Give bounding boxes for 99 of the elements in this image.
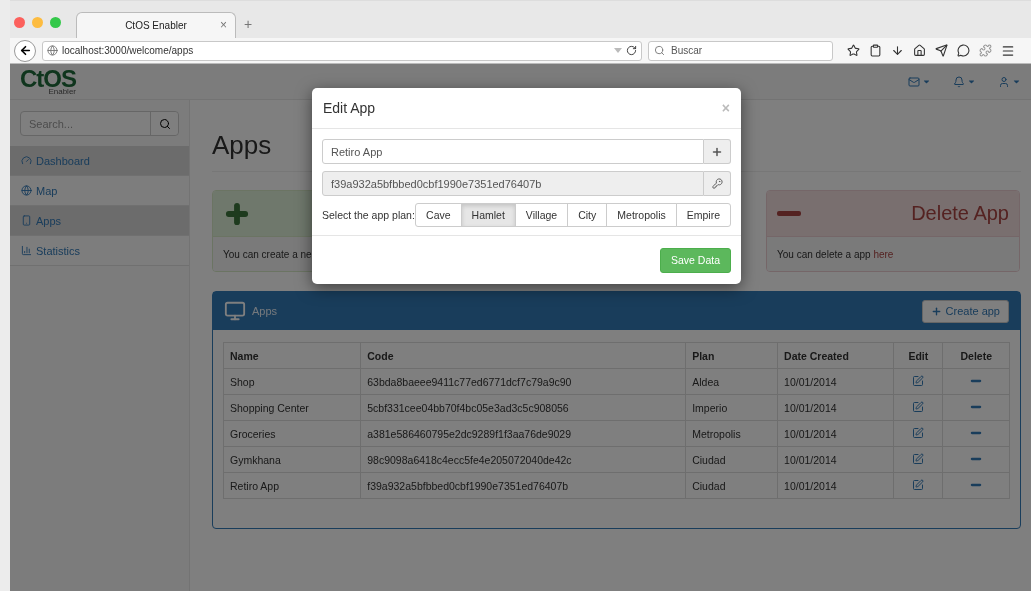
- user-icon: [998, 75, 1010, 88]
- edit-icon: [912, 426, 925, 439]
- save-data-button[interactable]: Save Data: [659, 247, 731, 273]
- table-cell: 5cbf331cee04bb70f4bc05e3ad3c5c908056: [360, 394, 686, 421]
- table-cell: 10/01/2014: [777, 394, 894, 421]
- table-cell: 98c9098a6418c4ecc5fe4e205072040de42c: [360, 446, 686, 473]
- table-cell: 10/01/2014: [777, 446, 894, 473]
- panel-title: Apps: [252, 305, 278, 317]
- minimize-window-icon: [32, 17, 43, 28]
- column-header: Date Created: [777, 342, 894, 369]
- table-cell: Ciudad: [685, 446, 778, 473]
- edit-icon: [912, 478, 925, 491]
- edit-button[interactable]: [912, 452, 925, 465]
- card-title: Delete App: [911, 202, 1009, 225]
- dashboard-icon: [21, 155, 32, 166]
- table-cell: Aldea: [685, 368, 778, 395]
- edit-icon: [912, 452, 925, 465]
- address-bar[interactable]: localhost:3000/welcome/apps: [42, 40, 642, 61]
- clipboard-icon[interactable]: [869, 44, 882, 57]
- table-cell: Retiro App: [223, 472, 361, 499]
- puzzle-icon[interactable]: [979, 44, 992, 57]
- key-button[interactable]: [704, 171, 731, 196]
- close-window-icon: [14, 17, 25, 28]
- phone-icon: [21, 215, 32, 226]
- edit-button[interactable]: [912, 478, 925, 491]
- table-cell: Groceries: [223, 420, 361, 447]
- caret-icon: [1012, 77, 1021, 86]
- table-cell: 63bda8baeee9411c77ed6771dcf7c79a9c90: [360, 368, 686, 395]
- globe-icon: [21, 185, 32, 196]
- edit-button[interactable]: [912, 400, 925, 413]
- table-cell: Shop: [223, 368, 361, 395]
- maximize-window-icon: [50, 17, 61, 28]
- app-code-field[interactable]: f39a932a5bfbbed0cbf1990e7351ed76407b: [322, 171, 704, 196]
- browser-search-input[interactable]: Buscar: [669, 44, 819, 57]
- table-cell: 10/01/2014: [777, 472, 894, 499]
- column-header: Edit: [893, 342, 943, 369]
- back-arrow-icon: [18, 44, 32, 57]
- edit-button[interactable]: [912, 426, 925, 439]
- card-text: You can create a ne: [223, 248, 312, 260]
- create-app-button[interactable]: Create app: [921, 299, 1009, 323]
- table-cell: 10/01/2014: [777, 368, 894, 395]
- edit-button[interactable]: [912, 374, 925, 387]
- bar-chart-icon: [21, 245, 32, 256]
- chat-icon[interactable]: [957, 44, 970, 57]
- notifications-menu[interactable]: [953, 75, 976, 88]
- table-cell: Imperio: [685, 394, 778, 421]
- browser-tab[interactable]: CtOS Enabler ×: [76, 12, 236, 38]
- plan-option[interactable]: City: [567, 203, 608, 227]
- column-header: Code: [360, 342, 686, 369]
- table-cell: Shopping Center: [223, 394, 361, 421]
- plan-option[interactable]: Hamlet: [460, 203, 516, 227]
- globe-icon: [47, 45, 58, 56]
- dialog-title: Edit App: [323, 100, 376, 116]
- search-icon: [158, 117, 171, 130]
- user-menu[interactable]: [998, 75, 1021, 88]
- menu-icon[interactable]: [1001, 43, 1015, 58]
- caret-icon: [922, 77, 931, 86]
- star-icon[interactable]: [847, 44, 860, 57]
- dropdown-icon: [614, 48, 622, 53]
- table-cell: Ciudad: [685, 472, 778, 499]
- send-icon[interactable]: [935, 44, 948, 57]
- card-text: You can delete a app here: [777, 248, 894, 260]
- add-button[interactable]: [704, 139, 731, 164]
- column-header: Delete: [942, 342, 1010, 369]
- table-cell: a381e586460795e2dc9289f1f3aa76de9029: [360, 420, 686, 447]
- table-cell: Gymkhana: [223, 446, 361, 473]
- search-button[interactable]: [150, 112, 178, 135]
- monitor-icon: [224, 300, 246, 322]
- reload-icon: [626, 45, 637, 56]
- plan-option[interactable]: Village: [514, 203, 569, 227]
- home-icon[interactable]: [913, 44, 926, 57]
- mail-icon: [908, 75, 920, 88]
- table-cell: 10/01/2014: [777, 420, 894, 447]
- column-header: Plan: [685, 342, 778, 369]
- search-icon: [654, 45, 665, 56]
- plan-option[interactable]: Metropolis: [606, 203, 677, 227]
- edit-icon: [912, 374, 925, 387]
- plan-option[interactable]: Cave: [415, 203, 462, 227]
- bell-icon: [953, 75, 965, 88]
- edit-icon: [912, 400, 925, 413]
- plan-option[interactable]: Empire: [675, 203, 731, 227]
- tab-close[interactable]: ×: [220, 18, 227, 32]
- table-cell: Metropolis: [685, 420, 778, 447]
- plan-label: Select the app plan:: [322, 209, 416, 221]
- brand-subtitle: Enabler: [48, 88, 76, 96]
- messages-menu[interactable]: [908, 75, 931, 88]
- key-icon: [711, 178, 723, 189]
- here-link[interactable]: here: [873, 248, 894, 260]
- column-header: Name: [223, 342, 361, 369]
- plus-icon: [930, 305, 942, 317]
- back-button[interactable]: [14, 39, 36, 62]
- app-name-field[interactable]: Retiro App: [322, 139, 704, 164]
- download-icon[interactable]: [891, 44, 904, 57]
- table-cell: f39a932a5bfbbed0cbf1990e7351ed76407b: [360, 472, 686, 499]
- minus-icon: [777, 211, 801, 216]
- plus-icon: [711, 145, 723, 158]
- browser-search-field[interactable]: Buscar: [648, 40, 833, 61]
- caret-icon: [967, 77, 976, 86]
- new-tab-button[interactable]: +: [244, 16, 253, 32]
